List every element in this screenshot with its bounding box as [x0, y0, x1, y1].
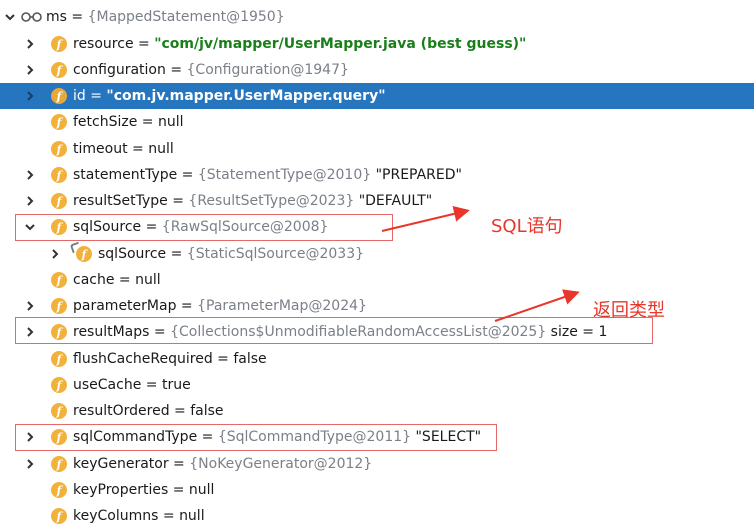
chevron-right-icon[interactable] — [23, 63, 37, 77]
field-icon: f — [51, 482, 67, 498]
annotation-return-type-label: 返回类型 — [593, 300, 665, 321]
field-icon: f — [51, 114, 67, 130]
field-label: resultMaps = {Collections$UnmodifiableRa… — [73, 324, 608, 340]
chevron-right-icon[interactable] — [23, 37, 37, 51]
chevron-right-icon[interactable] — [23, 299, 37, 313]
chevron-right-icon[interactable] — [23, 168, 37, 182]
watch-glasses-icon — [21, 11, 43, 27]
chevron-right-icon[interactable] — [23, 89, 37, 103]
chevron-right-icon[interactable] — [48, 247, 62, 261]
tree-row-fetchsize[interactable]: f fetchSize = null — [0, 109, 754, 135]
field-label: resultSetType = {ResultSetType@2023} "DE… — [73, 193, 433, 209]
field-icon: f — [51, 429, 67, 445]
tree-row-timeout[interactable]: f timeout = null — [0, 136, 754, 162]
tree-root-label: ms = {MappedStatement@1950} — [46, 9, 285, 25]
tree-row-usecache[interactable]: f useCache = true — [0, 372, 754, 398]
chevron-right-icon[interactable] — [23, 457, 37, 471]
tree-row-resultmaps[interactable]: f resultMaps = {Collections$Unmodifiable… — [0, 319, 754, 345]
tree-row-resource[interactable]: f resource = "com/jv/mapper/UserMapper.j… — [0, 31, 754, 57]
chevron-right-icon[interactable] — [23, 430, 37, 444]
tree-row-keygenerator[interactable]: f keyGenerator = {NoKeyGenerator@2012} — [0, 451, 754, 477]
field-label: keyColumns = null — [73, 508, 205, 524]
chevron-down-icon[interactable] — [3, 10, 17, 24]
field-icon: f — [51, 508, 67, 524]
field-icon: f — [51, 62, 67, 78]
field-label: flushCacheRequired = false — [73, 351, 267, 367]
tree-row-statementtype[interactable]: f statementType = {StatementType@2010} "… — [0, 162, 754, 188]
tree-row-sqlsource[interactable]: f sqlSource = {RawSqlSource@2008} — [0, 214, 754, 240]
chevron-right-icon[interactable] — [23, 194, 37, 208]
tree-row-id-selected[interactable]: f id = "com.jv.mapper.UserMapper.query" — [0, 83, 754, 109]
tree-row-cache[interactable]: f cache = null — [0, 267, 754, 293]
field-icon: f — [51, 298, 67, 314]
field-icon: f — [51, 167, 67, 183]
field-label: keyProperties = null — [73, 482, 215, 498]
field-icon: f — [51, 403, 67, 419]
field-icon: f — [51, 324, 67, 340]
tree-row-resultordered[interactable]: f resultOrdered = false — [0, 398, 754, 424]
field-icon: f — [69, 241, 92, 262]
field-label: cache = null — [73, 272, 161, 288]
field-label: keyGenerator = {NoKeyGenerator@2012} — [73, 456, 373, 472]
field-label: useCache = true — [73, 377, 191, 393]
chevron-down-icon[interactable] — [23, 220, 37, 234]
field-label: sqlSource = {RawSqlSource@2008} — [73, 219, 329, 235]
chevron-right-icon[interactable] — [23, 325, 37, 339]
tree-row-configuration[interactable]: f configuration = {Configuration@1947} — [0, 57, 754, 83]
annotation-sql-label: SQL语句 — [491, 216, 563, 237]
field-label: sqlCommandType = {SqlCommandType@2011} "… — [73, 429, 482, 445]
field-label: configuration = {Configuration@1947} — [73, 62, 349, 78]
field-label: resource = "com/jv/mapper/UserMapper.jav… — [73, 36, 527, 52]
field-label: resultOrdered = false — [73, 403, 224, 419]
tree-root-row[interactable]: ms = {MappedStatement@1950} — [0, 4, 754, 30]
field-icon: f — [51, 272, 67, 288]
field-icon: f — [51, 36, 67, 52]
tree-row-flushcacherequired[interactable]: f flushCacheRequired = false — [0, 346, 754, 372]
final-modifier-icon — [69, 241, 82, 254]
field-icon: f — [51, 377, 67, 393]
field-icon: f — [51, 88, 67, 104]
field-label: sqlSource = {StaticSqlSource@2033} — [98, 246, 365, 262]
field-icon: f — [51, 219, 67, 235]
tree-row-keyproperties[interactable]: f keyProperties = null — [0, 477, 754, 503]
tree-row-resultsettype[interactable]: f resultSetType = {ResultSetType@2023} "… — [0, 188, 754, 214]
tree-row-sqlcommandtype[interactable]: f sqlCommandType = {SqlCommandType@2011}… — [0, 424, 754, 450]
field-label: timeout = null — [73, 141, 174, 157]
tree-row-sqlsource-child[interactable]: f sqlSource = {StaticSqlSource@2033} — [0, 241, 754, 267]
field-label: fetchSize = null — [73, 114, 184, 130]
field-label: statementType = {StatementType@2010} "PR… — [73, 167, 462, 183]
tree-row-keycolumns[interactable]: f keyColumns = null — [0, 503, 754, 529]
field-icon: f — [51, 456, 67, 472]
field-label: id = "com.jv.mapper.UserMapper.query" — [73, 88, 386, 104]
field-icon: f — [51, 141, 67, 157]
field-label: parameterMap = {ParameterMap@2024} — [73, 298, 367, 314]
field-icon: f — [51, 193, 67, 209]
field-icon: f — [51, 351, 67, 367]
